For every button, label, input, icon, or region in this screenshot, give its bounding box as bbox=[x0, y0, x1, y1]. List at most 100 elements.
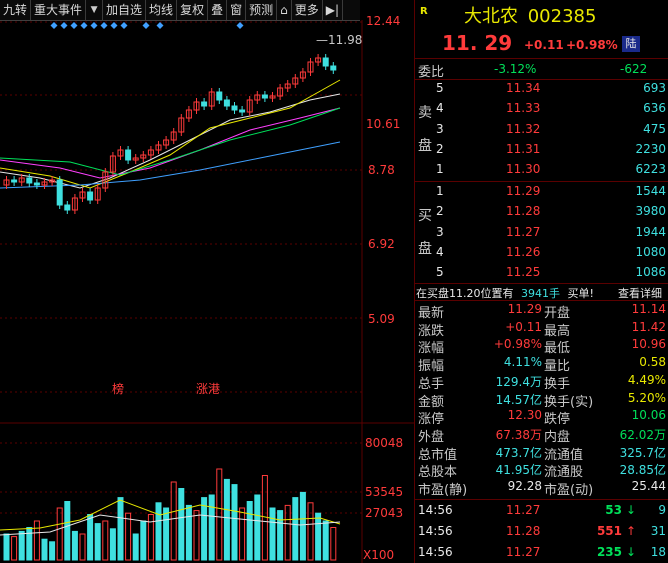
volume-bar bbox=[132, 533, 139, 561]
bid-volume: 1944 bbox=[635, 224, 666, 239]
candle bbox=[64, 204, 71, 211]
stat-label: 内盘 bbox=[544, 429, 571, 445]
volume-bar bbox=[11, 536, 18, 561]
stat-value: 10.96 bbox=[631, 337, 666, 352]
bid-price[interactable]: 11.29 bbox=[506, 184, 540, 198]
volume-bar bbox=[125, 512, 132, 561]
volume-unit-label: X100 bbox=[363, 548, 395, 562]
tick-volume: 551 bbox=[596, 524, 622, 538]
volume-bar bbox=[223, 478, 230, 561]
stat-label: 市盈(动) bbox=[544, 483, 594, 498]
bid-volume: 1544 bbox=[635, 184, 666, 198]
candle bbox=[216, 91, 223, 101]
stat-value: 62.02万 bbox=[619, 427, 666, 442]
bid-price[interactable]: 11.27 bbox=[506, 225, 540, 239]
event-marker-icon[interactable] bbox=[100, 22, 108, 29]
stat-label: 振幅 bbox=[418, 359, 445, 375]
divider bbox=[414, 300, 668, 301]
bid-price[interactable]: 11.25 bbox=[506, 265, 540, 279]
sell-label: 盘 bbox=[418, 138, 432, 154]
buy-label: 买 bbox=[418, 208, 432, 224]
bid-price[interactable]: 11.28 bbox=[506, 204, 540, 218]
order-ratio-label: 委比 bbox=[418, 65, 445, 80]
ask-level: 5 bbox=[436, 81, 444, 95]
divider bbox=[414, 499, 668, 500]
tick-count: 9 bbox=[658, 503, 666, 517]
event-marker-icon[interactable] bbox=[156, 22, 164, 29]
event-marker-icon[interactable] bbox=[50, 22, 58, 29]
ask-price[interactable]: 11.33 bbox=[506, 101, 540, 115]
volume-bar bbox=[193, 510, 200, 561]
stat-value: 25.44 bbox=[631, 479, 666, 493]
event-marker-icon[interactable] bbox=[142, 22, 150, 29]
bid-level: 2 bbox=[436, 204, 444, 219]
stat-value: 325.7亿 bbox=[619, 445, 666, 460]
notice-action: 买单! bbox=[567, 287, 594, 300]
tick-count: 18 bbox=[650, 545, 666, 559]
stat-value: 11.14 bbox=[631, 302, 666, 316]
volume-bar bbox=[71, 530, 78, 561]
price-axis-label: 12.44 bbox=[366, 14, 401, 28]
stat-label: 涨跌 bbox=[418, 323, 445, 339]
candle bbox=[330, 65, 337, 71]
candle bbox=[261, 94, 268, 99]
stat-label: 开盘 bbox=[544, 306, 571, 321]
stat-value: 4.49% bbox=[627, 372, 666, 387]
volume-bar bbox=[140, 520, 147, 561]
volume-bar bbox=[330, 527, 337, 561]
ask-price[interactable]: 11.32 bbox=[506, 122, 540, 136]
tick-price: 11.27 bbox=[506, 503, 541, 517]
order-ratio-value: -3.12% bbox=[494, 62, 537, 76]
view-detail-link[interactable]: 查看详细 bbox=[618, 285, 662, 301]
volume-bar bbox=[18, 530, 25, 561]
stat-label: 最低 bbox=[544, 341, 571, 357]
volume-axis-label: 53545 bbox=[365, 485, 404, 499]
price-axis-label: 5.09 bbox=[368, 312, 395, 326]
volume-bar bbox=[246, 501, 253, 561]
tick-time: 14:56 bbox=[418, 503, 453, 517]
stat-value: 11.29 bbox=[507, 302, 542, 316]
volume-bar bbox=[299, 491, 306, 561]
volume-bar bbox=[33, 520, 40, 561]
event-marker-icon[interactable] bbox=[60, 22, 68, 29]
ask-price[interactable]: 11.30 bbox=[506, 162, 540, 176]
bid-price[interactable]: 11.26 bbox=[506, 245, 540, 259]
stat-label: 流通值 bbox=[544, 447, 584, 463]
sell-label: 卖 bbox=[418, 105, 432, 121]
candle bbox=[11, 179, 18, 183]
ask-level: 3 bbox=[436, 121, 444, 136]
volume-bar bbox=[322, 520, 329, 561]
event-marker-icon[interactable] bbox=[236, 22, 244, 29]
quote-panel: R 大北农 002385 11. 29 +0.11 +0.98% 陆 委比 -3… bbox=[414, 0, 668, 563]
volume-bar bbox=[87, 514, 94, 561]
kline-svg bbox=[0, 20, 414, 563]
stat-value: 92.28 bbox=[507, 479, 542, 493]
stat-label: 总市值 bbox=[418, 447, 458, 463]
volume-bar bbox=[185, 504, 192, 561]
notice-qty: 3941手 bbox=[521, 287, 560, 300]
kline-chart-area[interactable]: 九转 重大事件 ▼ 加自选 均线 复权 叠 窗 预测 ⌂ 更多 ▶| 12.44… bbox=[0, 0, 414, 563]
leader-line: — bbox=[316, 33, 328, 47]
candle bbox=[87, 191, 94, 201]
volume-axis-label: 80048 bbox=[365, 436, 404, 450]
stat-label: 涨幅 bbox=[418, 341, 445, 357]
last-price: 11. 29 bbox=[442, 31, 513, 55]
ask-level: 4 bbox=[436, 101, 444, 116]
event-marker-icon[interactable] bbox=[110, 22, 118, 29]
chart-annotation[interactable]: 榜 bbox=[112, 380, 124, 397]
ask-price[interactable]: 11.31 bbox=[506, 142, 540, 156]
tick-time: 14:56 bbox=[418, 545, 453, 559]
event-marker-icon[interactable] bbox=[80, 22, 88, 29]
event-marker-icon[interactable] bbox=[120, 22, 128, 29]
stat-value: 41.95亿 bbox=[495, 463, 542, 478]
stat-value: +0.98% bbox=[493, 337, 542, 352]
ask-price[interactable]: 11.34 bbox=[506, 81, 540, 95]
ask-level: 2 bbox=[436, 141, 444, 156]
stat-label: 金额 bbox=[418, 394, 445, 410]
chart-annotation[interactable]: 涨港 bbox=[196, 380, 220, 397]
volume-bar bbox=[254, 494, 261, 561]
order-notice[interactable]: 在买盘11.20位置有 3941手 买单! bbox=[416, 285, 594, 301]
event-marker-icon[interactable] bbox=[70, 22, 78, 29]
high-price-marker: —11.98 bbox=[316, 33, 362, 47]
event-marker-icon[interactable] bbox=[90, 22, 98, 29]
